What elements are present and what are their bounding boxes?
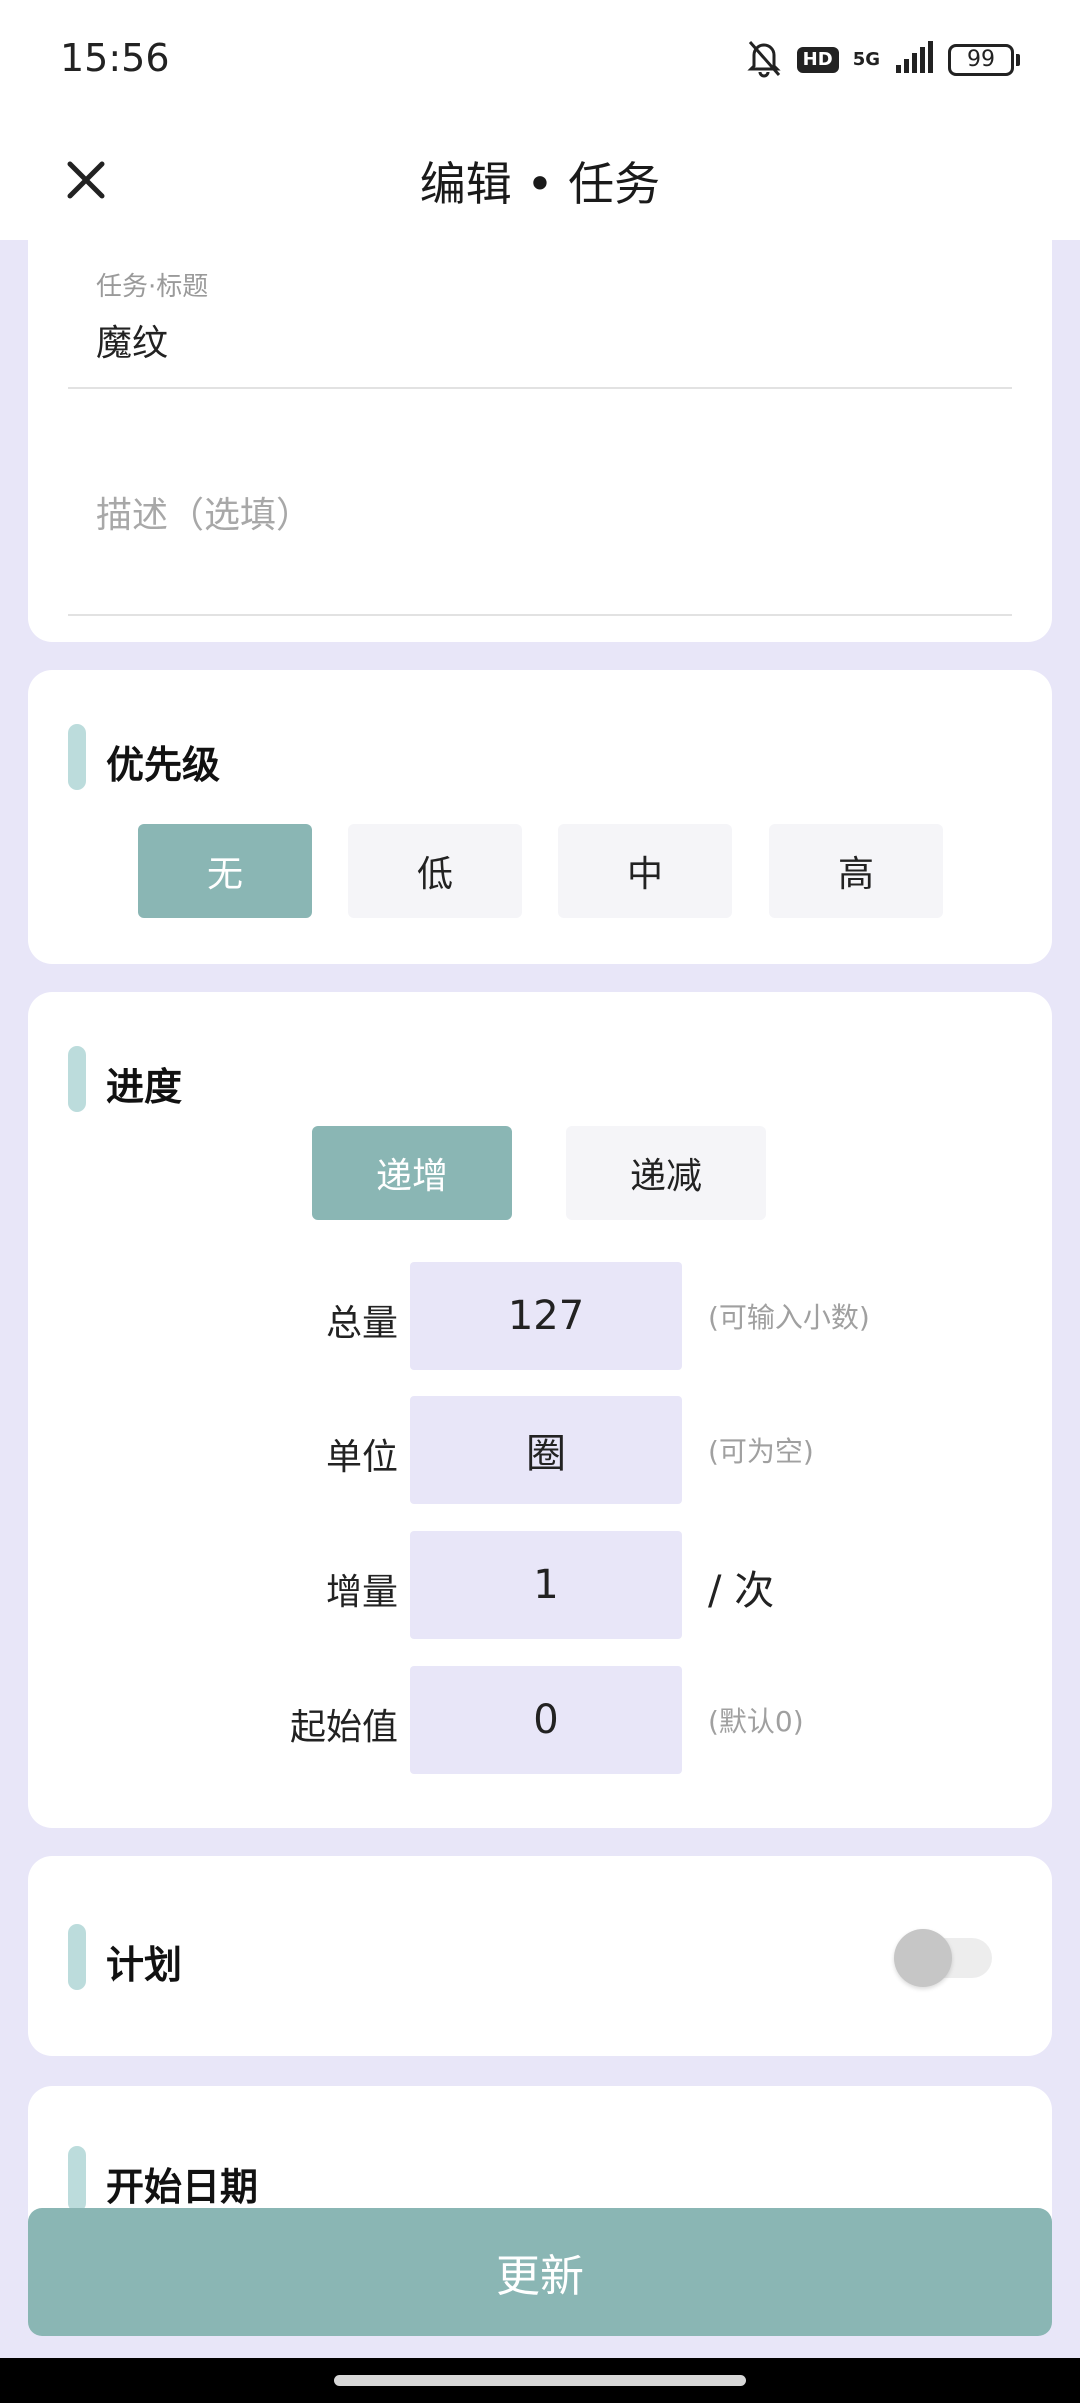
start-date-title: 开始日期 [106,2165,259,2209]
divider [68,614,1012,616]
priority-title: 优先级 [106,743,221,787]
description-input[interactable]: 描述（选填） [96,486,312,538]
increment-label: 增量 [325,1572,398,1613]
decrement-mode-button[interactable]: 递减 [566,1126,766,1220]
plan-title: 计划 [106,1943,183,1987]
page-title: 编辑 • 任务 [419,157,661,211]
unit-input[interactable]: 圈 [410,1396,682,1504]
navigation-bar [0,2358,1080,2403]
plan-toggle[interactable] [894,1929,992,1987]
network-label: 5G [852,49,880,70]
signal-icon [894,41,934,79]
bell-muted-icon [745,38,783,82]
increment-mode-button[interactable]: 递增 [312,1126,512,1220]
start-value-input[interactable]: 0 [410,1666,682,1774]
plan-card: 计划 [28,1856,1052,2056]
section-marker [68,1924,86,1990]
status-icons: HD 5G 99 [745,38,1020,82]
status-bar: 15:56 HD 5G 99 [0,0,1080,120]
hd-badge: HD [796,47,839,73]
battery-level: 99 [948,44,1014,76]
priority-high-button[interactable]: 高 [769,824,943,918]
section-marker [68,724,86,790]
priority-low-button[interactable]: 低 [348,824,522,918]
home-gesture-handle[interactable] [334,2375,746,2386]
total-input[interactable]: 127 [410,1262,682,1370]
battery-icon: 99 [948,44,1020,76]
section-marker [68,1046,86,1112]
start-value-hint: (默认0) [708,1705,804,1738]
toggle-knob [894,1929,952,1987]
status-time: 15:56 [60,36,170,80]
priority-none-button[interactable]: 无 [138,824,312,918]
unit-hint: (可为空) [708,1435,814,1468]
unit-label: 单位 [325,1437,398,1478]
task-title-label: 任务·标题 [96,272,209,302]
update-button[interactable]: 更新 [28,2208,1052,2336]
priority-medium-button[interactable]: 中 [558,824,732,918]
task-info-card: 任务·标题 魔纹 描述（选填） [28,240,1052,642]
priority-card: 优先级 无 低 中 高 [28,670,1052,964]
section-marker [68,2146,86,2212]
divider [68,387,1012,389]
app-bar: 编辑 • 任务 [0,120,1080,240]
start-value-label: 起始值 [289,1707,398,1748]
task-title-input[interactable]: 魔纹 [96,314,168,366]
progress-card: 进度 递增 递减 总量 127 (可输入小数) 单位 圈 (可为空) 增量 1 … [28,992,1052,1828]
total-hint: (可输入小数) [708,1301,870,1334]
progress-title: 进度 [106,1065,183,1109]
increment-input[interactable]: 1 [410,1531,682,1639]
total-label: 总量 [325,1303,398,1344]
increment-suffix: / 次 [708,1568,775,1614]
